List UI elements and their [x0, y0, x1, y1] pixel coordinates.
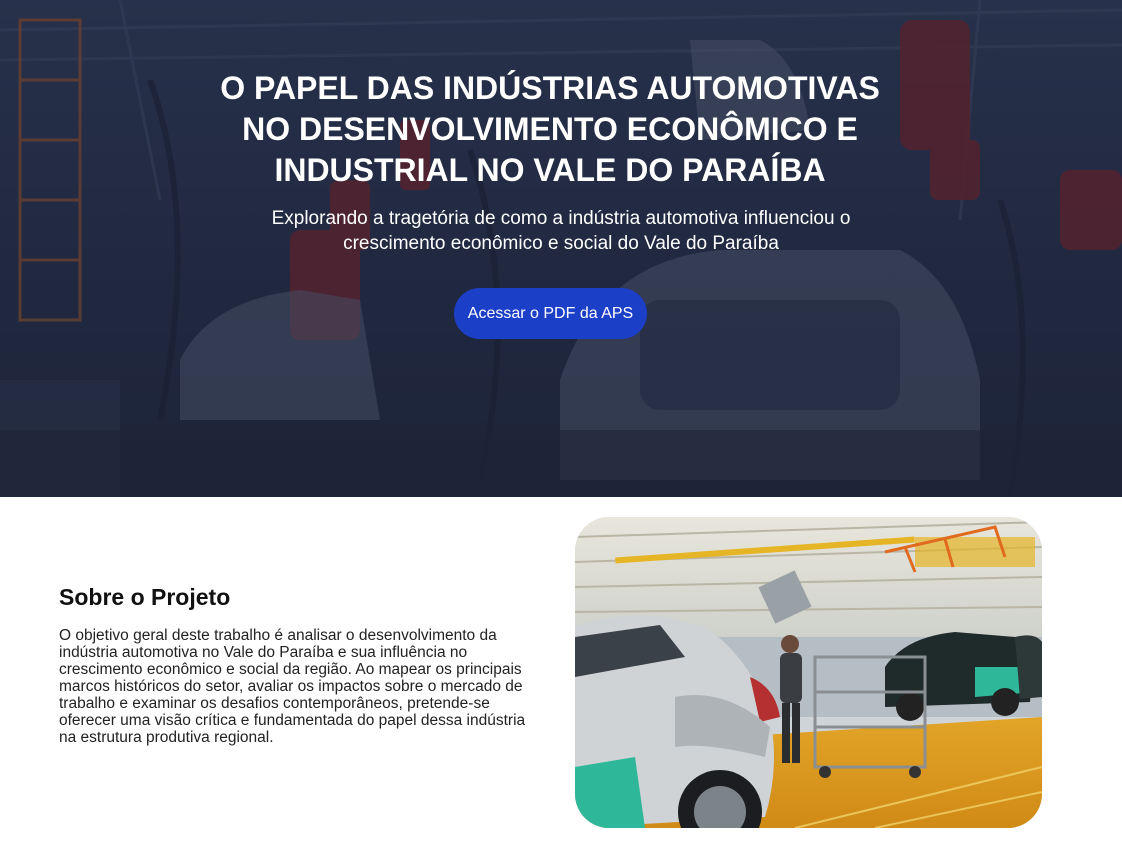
access-pdf-button[interactable]: Acessar o PDF da APS: [454, 288, 647, 339]
hero-content: O PAPEL DAS INDÚSTRIAS AUTOMOTIVAS NO DE…: [0, 0, 1122, 497]
assembly-line-image: [575, 517, 1042, 828]
hero-title: O PAPEL DAS INDÚSTRIAS AUTOMOTIVAS NO DE…: [220, 70, 880, 188]
about-description: O objetivo geral deste trabalho é analis…: [59, 627, 526, 746]
hero-section: O PAPEL DAS INDÚSTRIAS AUTOMOTIVAS NO DE…: [0, 0, 1122, 497]
hero-subtitle: Explorando a tragetória de como a indúst…: [271, 208, 851, 254]
about-section: Sobre o Projeto O objetivo geral deste t…: [0, 497, 1122, 846]
about-title: Sobre o Projeto: [59, 584, 231, 610]
assembly-line-photo: [575, 517, 1042, 828]
